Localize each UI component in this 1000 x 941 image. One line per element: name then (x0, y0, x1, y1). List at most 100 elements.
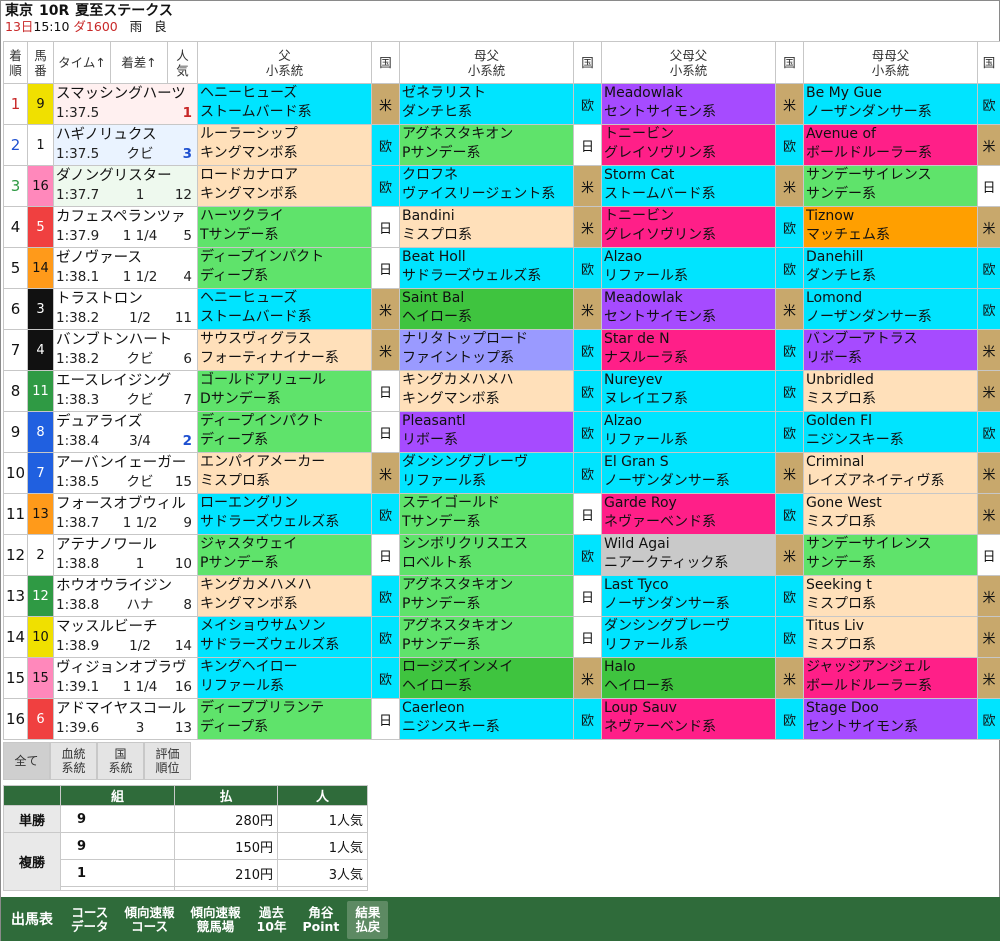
horse-name[interactable]: ハギノリュクス (56, 126, 195, 145)
nav-past-10y[interactable]: 過去 10年 (249, 905, 295, 934)
table-row[interactable]: 2 1 ハギノリュクス 1:37.5 クビ 3 ルーラーシップ キングマンボ系欧アグネスタキオ… (3, 124, 1000, 166)
horse-number-cell: 16 (27, 165, 54, 207)
sire-dam-sire-lineage: グレイソヴリン系 (604, 145, 716, 161)
tab-country[interactable]: 国 系統 (97, 742, 144, 780)
sire-name: ローエングリン (200, 495, 298, 511)
table-row[interactable]: 5 14 ゼノヴァース 1:38.1 1 1/2 4 ディープインパクト ディープ系日 Beat… (3, 247, 1000, 289)
nav-kadoya-point[interactable]: 角谷 Point (294, 905, 347, 934)
sire-country: 欧 (371, 165, 400, 207)
horse-name[interactable]: ゼノヴァース (56, 249, 195, 268)
sire-country: 日 (371, 247, 400, 289)
table-row[interactable]: 1 9 スマッシングハーツ 1:37.5 1 ヘニーヒューズ ストームバード系米ゼネラリスト… (3, 83, 1000, 125)
sire-lineage: キングマンボ系 (200, 596, 298, 612)
dam-sire-lineage: リファール系 (402, 473, 486, 489)
dam-dam-sire-lineage: ミスプロ系 (806, 514, 876, 530)
horse-name[interactable]: フォースオブウィル (56, 495, 195, 514)
table-row[interactable]: 13 12 ホウオウライジン 1:38.8 ハナ 8 キングカメハメハ キングマンボ系欧アグネ… (3, 575, 1000, 617)
dam-sire-country: 日 (573, 493, 602, 535)
horse-number: 2 (36, 547, 45, 563)
horse-name[interactable]: デュアライズ (56, 413, 195, 432)
sire-dam-sire-name: Meadowlak (604, 85, 683, 101)
sire-country: 日 (371, 206, 400, 248)
dam-dam-sire-name: Golden Fl (806, 413, 873, 429)
sire-dam-sire-country: 米 (775, 288, 804, 330)
table-row[interactable]: 11 13 フォースオブウィル 1:38.7 1 1/2 9 ローエングリン サドラーズウェル… (3, 493, 1000, 535)
sire-dam-sire-country: 欧 (775, 575, 804, 617)
nav-results-payout[interactable]: 結果 払戻 (347, 900, 389, 939)
horse-name[interactable]: カフェスペランツァ (56, 208, 195, 227)
dam-dam-sire-cell: Criminal レイズアネイティヴ系 (803, 452, 978, 494)
sire-dam-sire-lineage: リファール系 (604, 432, 688, 448)
horse-name[interactable]: スマッシングハーツ (56, 85, 195, 104)
col-margin-sort[interactable]: 着差↑ (110, 41, 168, 84)
sire-dam-sire-lineage: ニアークティック系 (604, 555, 729, 571)
nav-trend-track[interactable]: 傾向速報 競馬場 (183, 905, 249, 934)
horse-name[interactable]: アドマイヤスコール (56, 700, 195, 719)
table-row[interactable]: 15 15 ヴィジョンオブラヴ 1:39.1 1 1/4 16 キングヘイロー リファール系欧… (3, 657, 1000, 699)
payout-win-combo: 9 (60, 805, 175, 833)
horse-result-line: 1:39.1 1 1/4 16 (56, 678, 195, 697)
nav-entries[interactable]: 出馬表 (1, 913, 63, 927)
col-pos[interactable]: 着 順 (3, 41, 28, 84)
horse-number: 12 (32, 588, 49, 604)
horse-number-cell: 5 (27, 206, 54, 248)
sire-country: 欧 (371, 575, 400, 617)
dam-sire-country: 欧 (573, 411, 602, 453)
table-row[interactable]: 8 11 エースレイジング 1:38.3 クビ 7 ゴールドアリュール Dサンデー系 日キングカ… (3, 370, 1000, 412)
table-row[interactable]: 9 8 デュアライズ 1:38.4 3/4 2 ディープインパクト ディープ系日 Pleasan… (3, 411, 1000, 453)
col-time-sort[interactable]: タイム↑ (53, 41, 111, 84)
table-row[interactable]: 16 6 アドマイヤスコール 1:39.6 3 13 ディープブリランテ ディープ系日 Caer… (3, 698, 1000, 740)
table-row[interactable]: 10 7 アーバンイェーガー 1:38.5 クビ 15 エンパイアメーカー ミスプロ系米ダンシ… (3, 452, 1000, 494)
horse-name[interactable]: マッスルビーチ (56, 618, 195, 637)
sire-dam-sire-lineage: ヌレイエフ系 (604, 391, 688, 407)
dam-dam-sire-lineage: ノーザンダンサー系 (806, 309, 932, 325)
horse-name[interactable]: ダノングリスター (56, 167, 195, 186)
horse-result-line: 1:38.4 3/4 2 (56, 432, 195, 451)
sire-dam-sire-country: 欧 (775, 493, 804, 535)
margin: クビ (126, 351, 154, 367)
tab-all[interactable]: 全て (3, 742, 50, 780)
horse-name[interactable]: アテナノワール (56, 536, 195, 555)
finish-position: 3 (3, 165, 28, 207)
sire-lineage: Tサンデー系 (200, 227, 279, 243)
horse-name[interactable]: トラストロン (56, 290, 195, 309)
dam-dam-sire-lineage: レイズアネイティヴ系 (806, 473, 945, 489)
horse-name[interactable]: バンブトンハート (56, 331, 195, 350)
tab-rating[interactable]: 評価 順位 (144, 742, 191, 780)
horse-name[interactable]: エースレイジング (56, 372, 195, 391)
horse-name[interactable]: アーバンイェーガー (56, 454, 195, 473)
sire-dam-sire-cell: Meadowlak セントサイモン系 (601, 83, 776, 125)
sire-cell: ハーツクライ Tサンデー系 (197, 206, 372, 248)
dam-dam-sire-cell: Stage Doo セントサイモン系 (803, 698, 978, 740)
table-row[interactable]: 14 10 マッスルビーチ 1:38.9 1/2 14 メイショウサムソン サドラーズウェルズ… (3, 616, 1000, 658)
finish-time: 1:38.8 (56, 597, 100, 613)
finish-position: 1 (3, 83, 28, 125)
margin: クビ (126, 146, 154, 162)
col-dam-sire-ctry: 国 (573, 41, 602, 84)
table-row[interactable]: 7 4 バンブトンハート 1:38.2 クビ 6 サウスヴィグラス フォーティナイナー系米ナリ… (3, 329, 1000, 371)
view-tabs: 全て 血統 系統 国 系統 評価 順位 (3, 742, 191, 780)
dam-dam-sire-lineage: ミスプロ系 (806, 637, 876, 653)
margin: 1/2 (129, 638, 151, 654)
sire-name: ディープインパクト (200, 249, 325, 265)
dam-sire-country: 日 (573, 124, 602, 166)
dam-sire-name: Saint Bal (402, 290, 465, 306)
payout-place-label: 複勝 (3, 832, 61, 891)
dam-dam-sire-lineage: ボールドルーラー系 (806, 678, 932, 694)
table-row[interactable]: 6 3 トラストロン 1:38.2 1/2 11 ヘニーヒューズ ストームバード系米 Saint… (3, 288, 1000, 330)
tab-bloodline[interactable]: 血統 系統 (50, 742, 97, 780)
sire-dam-sire-lineage: ネヴァーベンド系 (604, 514, 716, 530)
popularity: 4 (183, 269, 192, 285)
dam-dam-sire-cell: Golden Fl ニジンスキー系 (803, 411, 978, 453)
payout-win-label: 単勝 (3, 805, 61, 833)
dam-dam-sire-country: 米 (977, 657, 1000, 699)
table-row[interactable]: 4 5 カフェスペランツァ 1:37.9 1 1/4 5 ハーツクライ Tサンデー系日 Band… (3, 206, 1000, 248)
horse-name[interactable]: ヴィジョンオブラヴ (56, 659, 195, 678)
sire-dam-sire-name: Garde Roy (604, 495, 677, 511)
table-row[interactable]: 3 16 ダノングリスター 1:37.7 1 12 ロードカナロア キングマンボ系欧クロフネヴ… (3, 165, 1000, 207)
table-row[interactable]: 12 2 アテナノワール 1:38.8 1 10 ジャスタウェイ Pサンデー系日シンボリクリス… (3, 534, 1000, 576)
sire-cell: キングヘイロー リファール系 (197, 657, 372, 699)
horse-name[interactable]: ホウオウライジン (56, 577, 195, 596)
nav-course-data[interactable]: コース データ (63, 905, 117, 934)
nav-trend-course[interactable]: 傾向速報 コース (117, 905, 183, 934)
